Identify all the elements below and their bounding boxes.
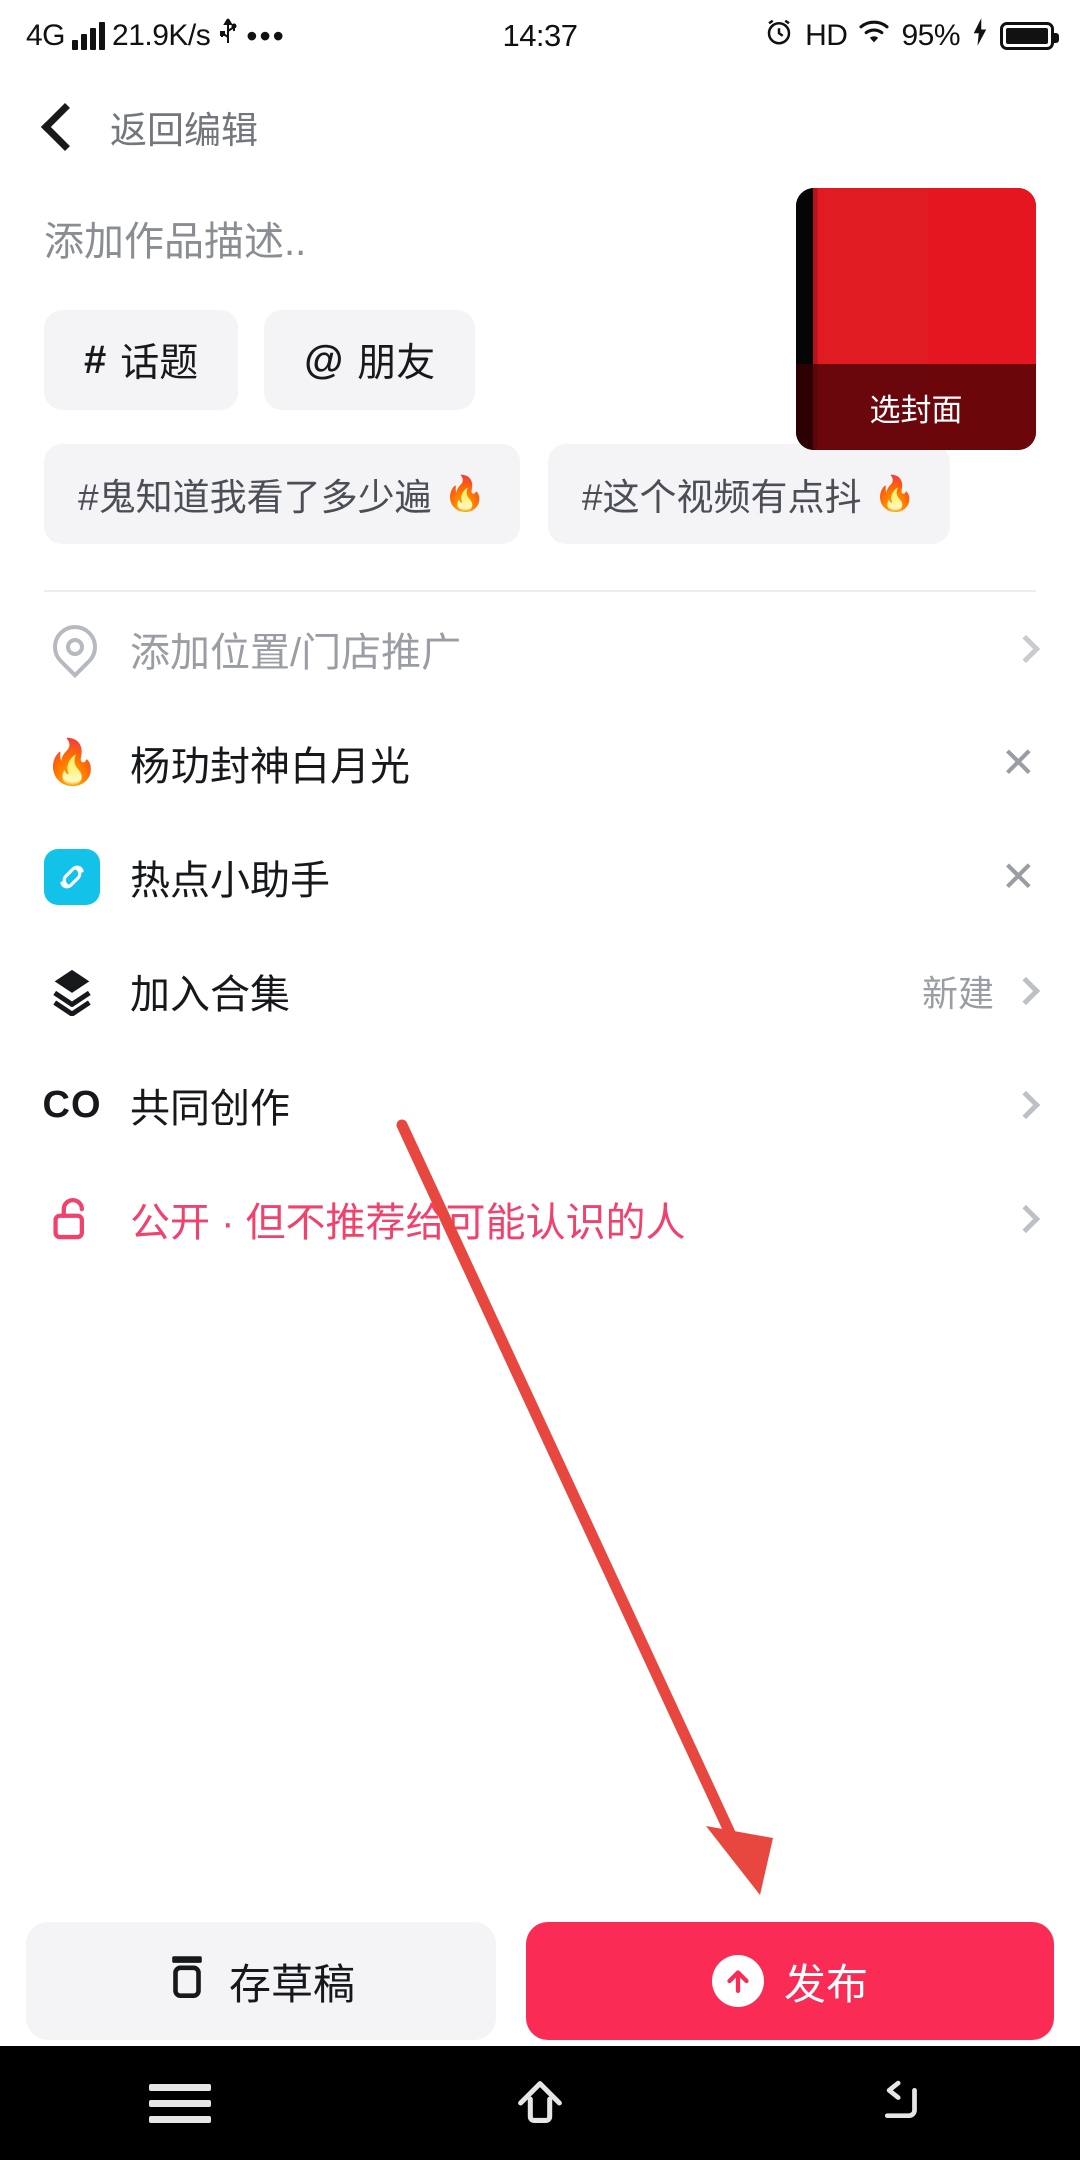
layers-icon bbox=[44, 966, 100, 1016]
battery-icon bbox=[1000, 22, 1059, 50]
suggested-tag[interactable]: #这个视频有点抖 🔥 bbox=[547, 444, 950, 544]
hash-icon: # bbox=[84, 337, 107, 382]
save-draft-icon bbox=[167, 1953, 207, 2009]
friend-chip[interactable]: @ 朋友 bbox=[264, 310, 476, 410]
option-row-hot-assistant[interactable]: 热点小助手 ✕ bbox=[44, 820, 1036, 934]
option-right: ✕ bbox=[1001, 856, 1036, 898]
cover-thumbnail[interactable]: 选封面 bbox=[796, 188, 1036, 450]
back-arrow-icon[interactable] bbox=[840, 2068, 960, 2138]
suggested-tag-label: #这个视频有点抖 bbox=[581, 477, 862, 518]
arrow-up-circle-icon bbox=[711, 1955, 764, 2007]
chevron-right-icon[interactable] bbox=[1011, 1090, 1041, 1120]
option-right bbox=[1011, 634, 1041, 664]
hot-assistant-app-icon bbox=[44, 849, 100, 905]
topic-chip-label: 话题 bbox=[120, 342, 199, 385]
system-nav-bar bbox=[0, 2046, 1080, 2160]
ellipsis-icon: ••• bbox=[246, 18, 286, 54]
save-draft-label: 存草稿 bbox=[228, 1960, 355, 2008]
nav-bar: 返回编辑 bbox=[0, 72, 1080, 182]
wifi-icon bbox=[858, 19, 890, 53]
unlock-icon bbox=[44, 1196, 100, 1242]
option-label: 共同创作 bbox=[130, 1087, 290, 1131]
option-row-add-collection[interactable]: 加入合集 新建 bbox=[44, 934, 1041, 1048]
chevron-right-icon[interactable] bbox=[1011, 976, 1041, 1006]
option-label: 加入合集 bbox=[130, 973, 290, 1017]
status-bar-right: HD 95% bbox=[764, 17, 1059, 55]
back-to-edit-label[interactable]: 返回编辑 bbox=[110, 100, 258, 154]
option-right: ✕ bbox=[1001, 742, 1036, 784]
battery-percent-label: 95% bbox=[901, 19, 960, 52]
option-right bbox=[1011, 1090, 1041, 1120]
option-right: 新建 bbox=[922, 965, 1041, 1017]
at-icon: @ bbox=[304, 337, 344, 382]
chevron-right-icon[interactable] bbox=[1011, 1204, 1041, 1234]
menu-icon[interactable] bbox=[120, 2068, 240, 2138]
option-label: 热点小助手 bbox=[130, 859, 330, 903]
save-draft-button[interactable]: 存草稿 bbox=[26, 1922, 496, 2040]
chevron-left-icon[interactable] bbox=[40, 102, 90, 152]
chevron-right-icon[interactable] bbox=[1011, 634, 1041, 664]
option-row-co-creation[interactable]: CO 共同创作 bbox=[42, 1048, 1041, 1162]
bottom-action-bar: 存草稿 发布 bbox=[0, 1922, 1080, 2040]
location-pin-icon bbox=[44, 625, 100, 673]
option-label: 添加位置/门店推广 bbox=[130, 631, 462, 675]
publish-label: 发布 bbox=[783, 1960, 868, 2008]
option-row-location[interactable]: 添加位置/门店推广 bbox=[44, 592, 1041, 706]
publish-screen: 4G 21.9K/s ••• 14:37 HD 95% 返回编辑 添加作品描述.… bbox=[0, 0, 1080, 2160]
option-row-hot-topic[interactable]: 🔥 杨玏封神白月光 ✕ bbox=[44, 706, 1036, 820]
fire-icon: 🔥 bbox=[873, 475, 916, 513]
network-type-label: 4G bbox=[26, 19, 66, 52]
option-right-label[interactable]: 新建 bbox=[922, 965, 994, 1017]
friend-chip-label: 朋友 bbox=[357, 342, 436, 385]
cover-select-overlay[interactable]: 选封面 bbox=[796, 364, 1036, 450]
option-label: 公开 · 但不推荐给可能认识的人 bbox=[130, 1201, 686, 1245]
usb-icon bbox=[217, 17, 239, 55]
topic-chip[interactable]: # 话题 bbox=[44, 310, 239, 410]
option-list: 添加位置/门店推广 🔥 杨玏封神白月光 ✕ 热点小助手 ✕ 加入合集 新建 CO… bbox=[0, 592, 1080, 1276]
hd-label: HD bbox=[805, 19, 848, 52]
option-label: 杨玏封神白月光 bbox=[130, 745, 410, 789]
close-icon[interactable]: ✕ bbox=[1001, 742, 1036, 784]
description-editor: 添加作品描述.. 选封面 bbox=[0, 182, 1080, 450]
status-bar-left: 4G 21.9K/s ••• bbox=[26, 17, 286, 55]
publish-button[interactable]: 发布 bbox=[526, 1922, 1054, 2040]
cover-select-label: 选封面 bbox=[869, 392, 963, 428]
status-bar: 4G 21.9K/s ••• 14:37 HD 95% bbox=[0, 0, 1080, 72]
home-icon[interactable] bbox=[480, 2068, 600, 2138]
network-speed-label: 21.9K/s bbox=[112, 19, 211, 52]
option-right bbox=[1011, 1204, 1041, 1234]
close-icon[interactable]: ✕ bbox=[1001, 856, 1036, 898]
alarm-icon bbox=[764, 17, 794, 55]
signal-bars-icon bbox=[72, 22, 106, 50]
co-icon: CO bbox=[42, 1083, 102, 1126]
option-row-privacy[interactable]: 公开 · 但不推荐给可能认识的人 bbox=[44, 1162, 1041, 1276]
suggested-tag-label: #鬼知道我看了多少遍 bbox=[78, 477, 432, 518]
fire-icon: 🔥 bbox=[443, 475, 486, 513]
suggested-tag[interactable]: #鬼知道我看了多少遍 🔥 bbox=[44, 444, 520, 544]
suggested-tag-row[interactable]: #鬼知道我看了多少遍 🔥 #这个视频有点抖 🔥 bbox=[0, 444, 1080, 548]
flame-icon: 🔥 bbox=[44, 738, 100, 787]
lightning-icon bbox=[971, 17, 989, 55]
